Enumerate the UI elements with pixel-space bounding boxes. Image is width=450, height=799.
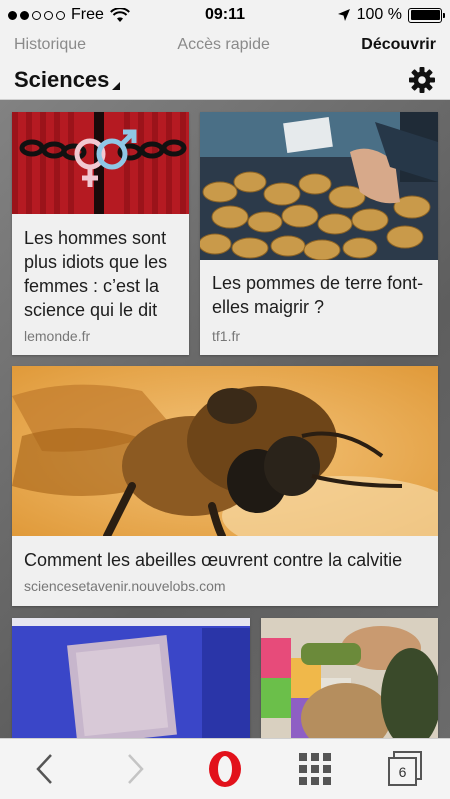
tabs-count: 6 <box>399 764 407 780</box>
tab-historique[interactable]: Historique <box>14 36 86 54</box>
article-card[interactable]: Les hommes sont plus idiots que les femm… <box>12 112 189 355</box>
status-right: 100 % <box>337 6 445 24</box>
article-image-gender-symbols <box>12 112 189 214</box>
tabs-icon: 6 <box>388 751 422 786</box>
chevron-right-icon <box>128 754 144 784</box>
news-feed[interactable]: Les hommes sont plus idiots que les femm… <box>0 100 450 738</box>
article-card[interactable]: Les pommes de terre font-elles maigrir ?… <box>200 112 438 355</box>
back-button[interactable] <box>15 744 75 794</box>
top-nav: Historique Accès rapide Découvrir <box>0 30 450 60</box>
article-source: lemonde.fr <box>24 328 91 344</box>
article-title[interactable]: Les pommes de terre font-elles maigrir ? <box>212 271 428 319</box>
chevron-left-icon <box>36 754 52 784</box>
status-time: 09:11 <box>204 6 246 23</box>
article-image-hair-treatment <box>261 618 438 738</box>
forward-button[interactable] <box>105 744 165 794</box>
article-title[interactable]: Comment les abeilles œuvrent contre la c… <box>24 548 428 572</box>
article-source: sciencesetavenir.nouvelobs.com <box>24 578 226 594</box>
tabs-button[interactable]: 6 <box>375 744 435 794</box>
carrier-name: Free <box>71 6 104 23</box>
opera-menu-button[interactable] <box>195 744 255 794</box>
article-card[interactable] <box>261 618 438 738</box>
article-card[interactable] <box>12 618 250 738</box>
dropdown-corner-icon <box>112 81 121 90</box>
gear-icon[interactable] <box>408 66 436 94</box>
tab-decouvrir[interactable]: Découvrir <box>361 36 436 54</box>
article-image-bee <box>12 366 438 536</box>
battery-percent: 100 % <box>356 6 402 23</box>
signal-strength-icon <box>8 10 65 20</box>
category-selector[interactable]: Sciences <box>14 66 121 93</box>
tab-acces-rapide[interactable]: Accès rapide <box>177 36 270 54</box>
article-source: tf1.fr <box>212 328 241 344</box>
category-header: Sciences <box>0 60 450 100</box>
category-label: Sciences <box>14 66 110 92</box>
speed-dial-button[interactable] <box>285 744 345 794</box>
status-bar: Free 09:11 100 % <box>0 0 450 30</box>
article-title[interactable]: Les hommes sont plus idiots que les femm… <box>24 226 179 322</box>
wifi-icon <box>109 7 130 22</box>
status-left: Free <box>8 6 130 24</box>
bottom-toolbar: 6 <box>0 738 450 799</box>
location-arrow-icon <box>337 9 350 21</box>
article-image-potatoes <box>200 112 438 260</box>
grid-icon <box>299 753 331 785</box>
opera-logo-icon <box>209 751 241 787</box>
article-card[interactable]: Comment les abeilles œuvrent contre la c… <box>12 366 438 606</box>
article-image-glass-slide <box>12 618 250 738</box>
battery-icon <box>408 7 445 23</box>
